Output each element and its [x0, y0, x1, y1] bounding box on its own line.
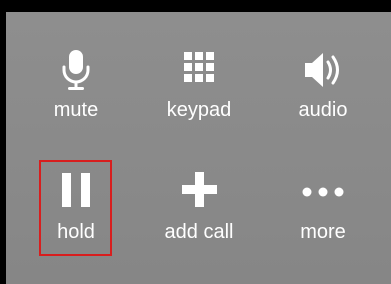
- add-call-button[interactable]: add call: [149, 162, 249, 258]
- more-label: more: [300, 221, 346, 243]
- speaker-icon: [273, 48, 373, 96]
- keypad-label: keypad: [166, 99, 232, 121]
- hold-label: hold: [57, 221, 95, 243]
- keypad-grid-icon: [149, 48, 249, 96]
- screen-frame: mute keypad audio hold add call more: [0, 0, 391, 284]
- plus-icon: [149, 170, 249, 218]
- microphone-icon: [26, 48, 126, 96]
- mute-button[interactable]: mute: [26, 40, 126, 136]
- more-button[interactable]: more: [273, 162, 373, 258]
- pause-icon: [26, 170, 126, 218]
- ellipsis-icon: [273, 170, 373, 218]
- call-controls-panel: mute keypad audio hold add call more: [6, 12, 391, 284]
- keypad-button[interactable]: keypad: [149, 40, 249, 136]
- mute-label: mute: [53, 99, 99, 121]
- audio-label: audio: [298, 99, 348, 121]
- hold-button[interactable]: hold: [26, 162, 126, 258]
- audio-button[interactable]: audio: [273, 40, 373, 136]
- add-call-label: add call: [164, 221, 234, 243]
